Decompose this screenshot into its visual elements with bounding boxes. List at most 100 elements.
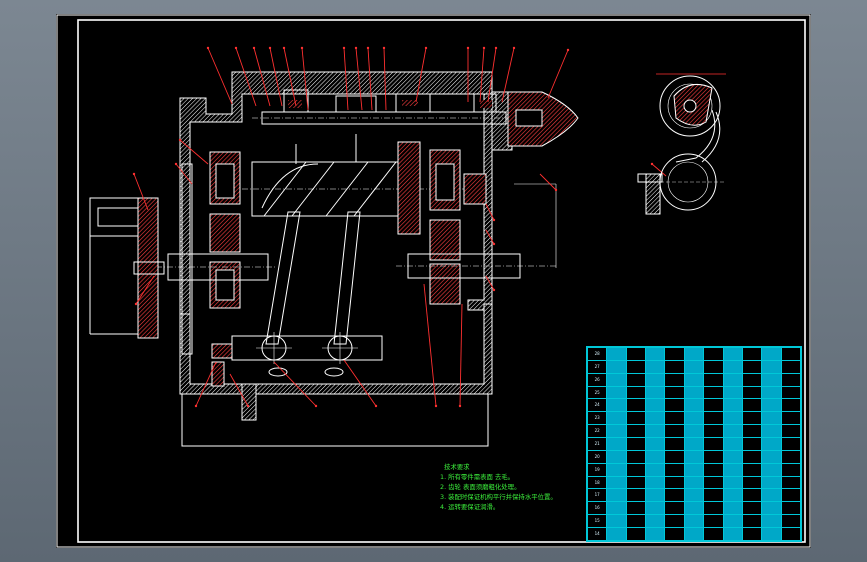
bom-cell [625, 411, 647, 426]
bom-cell [683, 385, 705, 400]
bom-cell [741, 398, 763, 413]
bom-cell [606, 411, 627, 426]
bom-cell [780, 449, 802, 464]
leader-dot [354, 46, 358, 50]
leader-dot [234, 46, 238, 50]
bom-cell [722, 437, 743, 451]
bom-cell [703, 475, 724, 490]
bom-cell [625, 437, 647, 451]
bom-cell [664, 488, 685, 503]
bom-cell [645, 372, 666, 387]
bom-cell [741, 462, 763, 477]
leader-dot [300, 46, 304, 50]
bom-cell [683, 398, 705, 413]
bom-cell [761, 527, 782, 541]
bom-cell [664, 347, 685, 361]
bom-cell: 24 [586, 398, 608, 413]
bom-cell [722, 501, 743, 516]
bom-cell [703, 462, 724, 477]
bom-cell: 16 [586, 501, 608, 516]
bom-cell [664, 449, 685, 464]
bom-cell [761, 385, 782, 400]
bom-cell: 18 [586, 475, 608, 490]
bom-cell [683, 501, 705, 516]
bom-cell [741, 424, 763, 439]
bom-cell [625, 527, 647, 541]
bom-cell: 19 [586, 462, 608, 477]
bom-cell [645, 475, 666, 490]
bom-cell [664, 385, 685, 400]
bom-cell [683, 411, 705, 426]
bom-cell [703, 398, 724, 413]
leader-dot [494, 46, 498, 50]
bom-cell [625, 488, 647, 503]
leader-line [207, 47, 233, 105]
bom-cell [664, 462, 685, 477]
bom-cell [722, 475, 743, 490]
bom-cell [606, 424, 627, 439]
bom-cell [780, 501, 802, 516]
bom-cell [606, 462, 627, 477]
bom-row: 19 [586, 462, 802, 477]
bom-cell [645, 501, 666, 516]
bom-cell [683, 359, 705, 374]
bom-row: 16 [586, 501, 802, 516]
bom-row: 17 [586, 488, 802, 503]
bom-cell [606, 527, 627, 541]
bom-cell [780, 527, 802, 541]
bom-cell [741, 527, 763, 541]
bom-cell [722, 347, 743, 361]
bom-cell [606, 437, 627, 451]
bom-cell [606, 372, 627, 387]
bom-cell [741, 475, 763, 490]
bom-cell [703, 411, 724, 426]
leader-dot [134, 302, 138, 306]
bom-cell [761, 411, 782, 426]
bom-cell: 26 [586, 372, 608, 387]
bom-cell [722, 488, 743, 503]
leader-dot [458, 404, 462, 408]
bom-cell [761, 501, 782, 516]
bom-row: 18 [586, 475, 802, 490]
bom-cell [683, 488, 705, 503]
bom-cell [780, 437, 802, 451]
bom-cell [761, 359, 782, 374]
parts-list-grid: 28 27 26 25 24 23 22 21 20 19 18 17 16 15 14 [586, 347, 802, 541]
bom-cell [703, 501, 724, 516]
bom-cell [703, 437, 724, 451]
bom-cell [761, 475, 782, 490]
bom-cell [780, 488, 802, 503]
bom-cell [683, 372, 705, 387]
bom-cell [761, 347, 782, 361]
bom-row: 23 [586, 411, 802, 426]
bom-cell [703, 372, 724, 387]
note-line: 2. 齿轮 表面须磨粗化处理。 [440, 483, 521, 491]
bom-cell [722, 514, 743, 529]
bom-cell [664, 398, 685, 413]
note-line: 4. 运转要保证润滑。 [440, 503, 500, 511]
bom-cell [761, 449, 782, 464]
leader-dot [492, 218, 496, 222]
bom-cell: 17 [586, 488, 608, 503]
bom-cell: 15 [586, 514, 608, 529]
bom-cell: 25 [586, 385, 608, 400]
bom-cell [606, 514, 627, 529]
bom-cell [645, 347, 666, 361]
bom-cell [780, 475, 802, 490]
bom-cell [625, 347, 647, 361]
bom-cell [683, 424, 705, 439]
left-gear-stack [156, 151, 276, 309]
leader-dot [650, 162, 654, 166]
bom-cell [645, 359, 666, 374]
bom-cell [664, 514, 685, 529]
bom-cell: 21 [586, 437, 608, 451]
bom-cell [683, 347, 705, 361]
bom-cell [780, 424, 802, 439]
drawing-canvas: 技术要求 1. 所有零件需表面 去毛。 2. 齿轮 表面须磨粗化处理。 3. 装… [56, 14, 811, 548]
bom-cell [625, 475, 647, 490]
leader-dot [132, 172, 136, 176]
leader-line [547, 49, 569, 99]
bom-cell [780, 385, 802, 400]
bom-cell [741, 372, 763, 387]
leader-dot [268, 46, 272, 50]
